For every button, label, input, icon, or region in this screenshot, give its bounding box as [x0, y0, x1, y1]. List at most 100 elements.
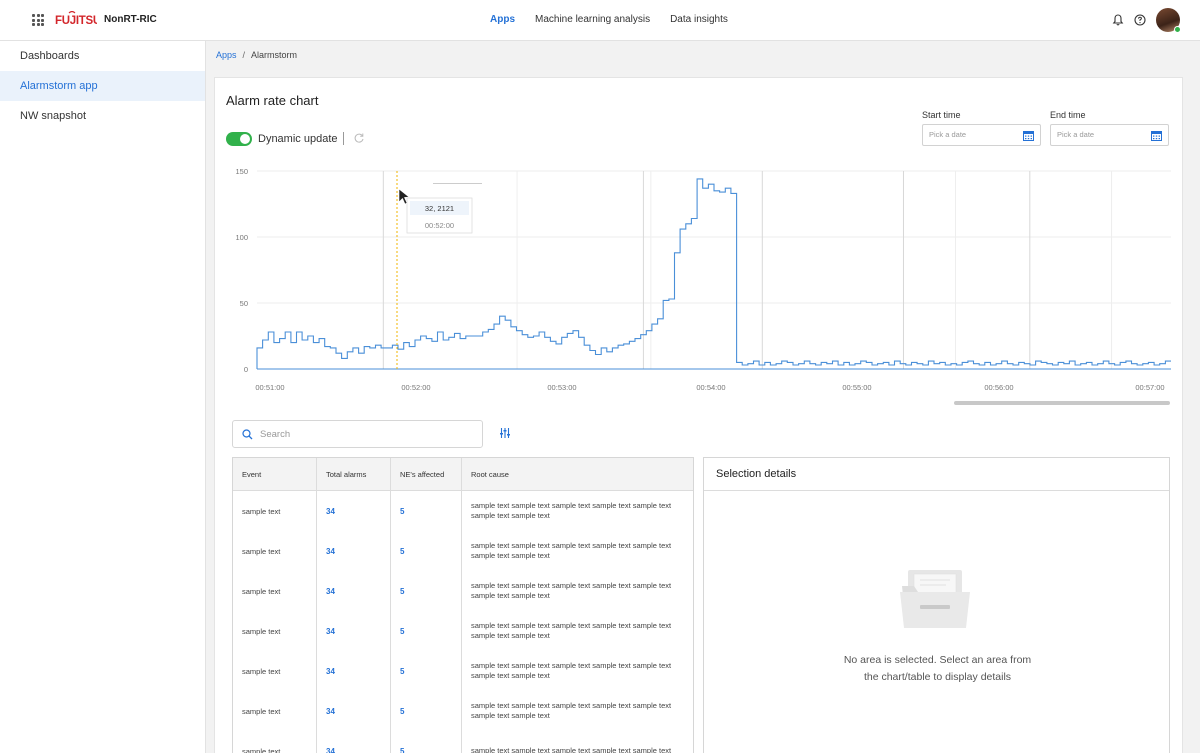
x-tick-label: 00:54:00 — [696, 383, 725, 392]
cell-root-cause: sample text sample text sample text samp… — [471, 701, 672, 720]
fujitsu-logo: FUJITSU — [55, 11, 97, 27]
table-row[interactable]: sample text 34 5 sample text sample text… — [233, 611, 693, 651]
empty-state-line-1: No area is selected. Select an area from — [843, 654, 1032, 666]
breadcrumb-apps[interactable]: Apps — [216, 50, 237, 60]
x-tick-label: 00:56:00 — [984, 383, 1013, 392]
table-row[interactable]: sample text 34 5 sample text sample text… — [233, 531, 693, 571]
selection-details-title: Selection details — [704, 458, 1169, 491]
cell-event: sample text — [233, 651, 317, 691]
cell-nes-affected[interactable]: 5 — [391, 691, 462, 731]
cell-root-cause: sample text sample text sample text samp… — [471, 581, 672, 600]
top-icons — [1108, 8, 1181, 33]
chart-tooltip: 32, 2121 00:52:00 — [406, 197, 473, 234]
selection-details-panel: Selection details No area is selected. S… — [703, 457, 1170, 753]
cell-total-alarms[interactable]: 34 — [317, 571, 391, 611]
cell-root-cause: sample text sample text sample text samp… — [471, 746, 672, 753]
cell-event: sample text — [233, 571, 317, 611]
y-tick-label: 100 — [235, 233, 248, 242]
cell-root-cause: sample text sample text sample text samp… — [471, 661, 672, 680]
x-tick-label: 00:53:00 — [547, 383, 576, 392]
refresh-icon[interactable] — [353, 132, 365, 144]
breadcrumb: Apps / Alarmstorm — [216, 50, 297, 60]
cell-event: sample text — [233, 731, 317, 753]
nav-data-insights[interactable]: Data insights — [670, 14, 728, 28]
cell-root-cause: sample text sample text sample text samp… — [471, 501, 672, 520]
online-status-icon — [1174, 26, 1181, 33]
alarm-rate-line — [256, 178, 1171, 370]
table-row[interactable]: sample text 34 5 sample text sample text… — [233, 571, 693, 611]
x-tick-label: 00:51:00 — [255, 383, 284, 392]
alarm-rate-chart[interactable]: 150 100 50 0 00:51:00 00:52:00 00:53:00 00:54:… — [215, 158, 1182, 410]
cell-event: sample text — [233, 531, 317, 571]
search-input[interactable]: Search — [232, 420, 483, 448]
cell-total-alarms[interactable]: 34 — [317, 491, 391, 531]
sidebar-item-dashboards[interactable]: Dashboards — [0, 41, 205, 71]
cell-total-alarms[interactable]: 34 — [317, 651, 391, 691]
x-tick-label: 00:57:00 — [1135, 383, 1164, 392]
avatar[interactable] — [1156, 8, 1181, 33]
cell-total-alarms[interactable]: 34 — [317, 691, 391, 731]
alarm-rate-card: Alarm rate chart Dynamic update Start ti… — [214, 77, 1183, 753]
table-row[interactable]: sample text 34 5 sample text sample text… — [233, 491, 693, 531]
breadcrumb-current: Alarmstorm — [251, 50, 298, 60]
end-time-placeholder: Pick a date — [1057, 130, 1095, 139]
page-title: Alarm rate chart — [226, 93, 319, 108]
cell-nes-affected[interactable]: 5 — [391, 491, 462, 531]
empty-state-message: No area is selected. Select an area from… — [704, 652, 1171, 686]
empty-folder-icon — [900, 570, 970, 628]
divider — [343, 132, 344, 145]
tooltip-time: 00:52:00 — [425, 221, 454, 230]
table-row[interactable]: sample text 34 5 sample text sample text… — [233, 651, 693, 691]
cell-nes-affected[interactable]: 5 — [391, 731, 462, 753]
sidebar-item-nw-snapshot[interactable]: NW snapshot — [0, 101, 205, 131]
events-table: Event Total alarms NE's affected Root ca… — [232, 457, 694, 753]
sidebar-item-alarmstorm-app[interactable]: Alarmstorm app — [0, 71, 205, 101]
search-icon — [242, 429, 253, 440]
dynamic-update-toggle[interactable] — [226, 132, 252, 146]
end-time-field[interactable]: Pick a date — [1050, 124, 1169, 146]
calendar-icon[interactable] — [1023, 130, 1034, 141]
nav-apps[interactable]: Apps — [490, 14, 515, 28]
cell-root-cause: sample text sample text sample text samp… — [471, 621, 672, 640]
y-tick-label: 50 — [240, 299, 248, 308]
table-header: Event Total alarms NE's affected Root ca… — [233, 458, 693, 491]
sidebar: Dashboards Alarmstorm app NW snapshot — [0, 41, 206, 753]
x-tick-label: 00:55:00 — [842, 383, 871, 392]
y-tick-label: 0 — [244, 365, 248, 374]
dynamic-update-label: Dynamic update — [258, 133, 338, 145]
column-header-total-alarms[interactable]: Total alarms — [317, 458, 391, 490]
start-time-field[interactable]: Pick a date — [922, 124, 1041, 146]
cell-total-alarms[interactable]: 34 — [317, 731, 391, 753]
x-tick-label: 00:52:00 — [401, 383, 430, 392]
apps-grid-icon[interactable] — [32, 14, 44, 26]
cell-nes-affected[interactable]: 5 — [391, 571, 462, 611]
search-placeholder: Search — [260, 429, 291, 440]
start-time-label: Start time — [922, 110, 961, 120]
cell-event: sample text — [233, 611, 317, 651]
filter-settings-icon[interactable] — [499, 427, 511, 439]
chart-scrollbar[interactable] — [954, 401, 1170, 405]
column-header-root-cause[interactable]: Root cause — [462, 458, 693, 490]
table-row[interactable]: sample text 34 5 sample text sample text… — [233, 691, 693, 731]
top-nav: Apps Machine learning analysis Data insi… — [480, 0, 738, 41]
column-header-event[interactable]: Event — [233, 458, 317, 490]
cell-nes-affected[interactable]: 5 — [391, 651, 462, 691]
cell-total-alarms[interactable]: 34 — [317, 611, 391, 651]
end-time-label: End time — [1050, 110, 1086, 120]
tooltip-value: 32, 2121 — [425, 204, 454, 213]
breadcrumb-separator: / — [242, 50, 246, 60]
nav-machine-learning-analysis[interactable]: Machine learning analysis — [535, 14, 650, 28]
app-name: NonRT-RIC — [104, 14, 157, 25]
bell-icon[interactable] — [1108, 10, 1128, 30]
cell-total-alarms[interactable]: 34 — [317, 531, 391, 571]
help-icon[interactable] — [1130, 10, 1150, 30]
cell-root-cause: sample text sample text sample text samp… — [471, 541, 672, 560]
cell-nes-affected[interactable]: 5 — [391, 611, 462, 651]
table-row[interactable]: sample text 34 5 sample text sample text… — [233, 731, 693, 753]
svg-text:FUJITSU: FUJITSU — [55, 15, 97, 27]
cell-event: sample text — [233, 691, 317, 731]
cell-nes-affected[interactable]: 5 — [391, 531, 462, 571]
calendar-icon[interactable] — [1151, 130, 1162, 141]
column-header-nes-affected[interactable]: NE's affected — [391, 458, 462, 490]
y-tick-label: 150 — [235, 167, 248, 176]
